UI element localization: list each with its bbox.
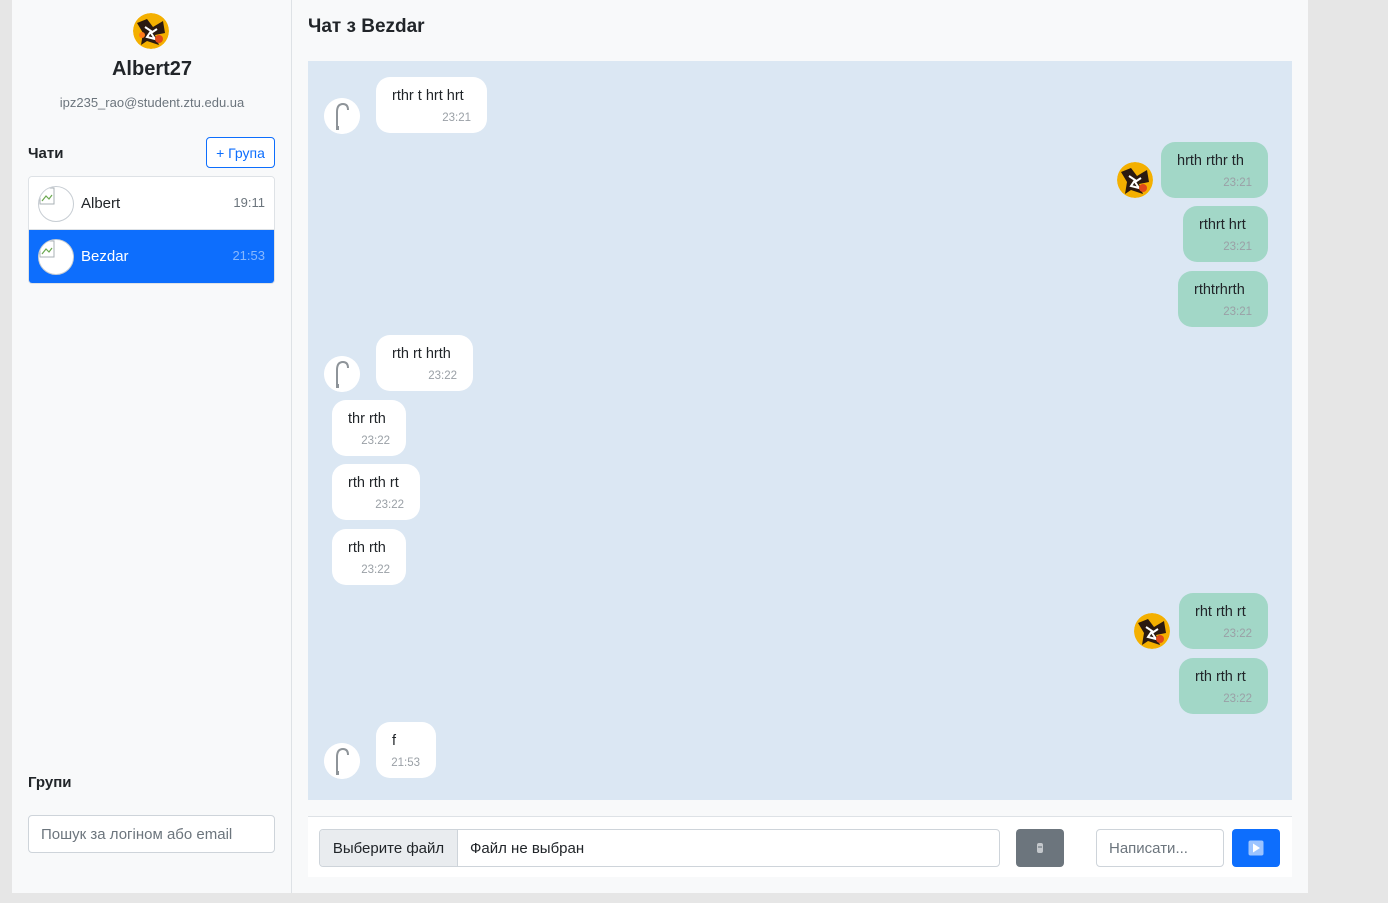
fiery-avatar-icon <box>133 13 169 49</box>
message-time: 23:21 <box>442 112 471 124</box>
message-time: 23:22 <box>375 499 404 511</box>
message-text: rthtrhrth <box>1194 282 1245 298</box>
chat-panel: Чат з Bezdar rthr t hrt hrt 23:21 hrth r… <box>292 0 1308 893</box>
message-time: 23:21 <box>1223 306 1252 318</box>
message-time: 23:22 <box>361 435 390 447</box>
message-bubble: rthtrhrth 23:21 <box>1178 271 1268 327</box>
message-bubble: f 21:53 <box>376 722 436 778</box>
chat-list: Albert 19:11 Bezdar 21:53 <box>28 176 275 284</box>
message-bubble: rth rth rt 23:22 <box>1179 658 1268 714</box>
broken-image-avatar-icon <box>38 186 74 222</box>
message-list[interactable]: rthr t hrt hrt 23:21 hrth rthr th 23:21 … <box>308 61 1292 800</box>
sidebar: Albert27 ipz235_rao@student.ztu.edu.ua Ч… <box>12 0 292 893</box>
faucet-avatar-icon <box>324 98 360 134</box>
message-text: rthrt hrt <box>1199 217 1246 233</box>
choose-file-button[interactable]: Выберите файл <box>320 830 458 866</box>
chat-name: Albert <box>81 195 121 212</box>
message-text: rthr t hrt hrt <box>392 88 464 104</box>
chat-title: Чат з Bezdar <box>308 16 425 37</box>
chat-time: 19:11 <box>233 195 265 210</box>
groups-heading: Групи <box>28 774 72 791</box>
message-bubble: rth rt hrth 23:22 <box>376 335 473 391</box>
emoji-button[interactable] <box>1016 829 1064 867</box>
message-time: 23:21 <box>1223 177 1252 189</box>
message-text: rth rth rt <box>1195 669 1246 685</box>
message-bubble: rthr t hrt hrt 23:21 <box>376 77 487 133</box>
profile-avatar[interactable] <box>133 13 169 49</box>
send-arrow-icon <box>1248 840 1264 856</box>
file-status: Файл не выбран <box>470 839 585 857</box>
profile-username: Albert27 <box>111 58 193 80</box>
message-bubble: hrth rthr th 23:21 <box>1161 142 1268 198</box>
message-time: 23:22 <box>1223 628 1252 640</box>
message-bubble: rth rth 23:22 <box>332 529 406 585</box>
chat-name: Bezdar <box>81 248 129 265</box>
message-composer: Выберите файл Файл не выбран <box>308 816 1292 877</box>
message-text: rth rth <box>348 540 386 556</box>
chat-item-albert[interactable]: Albert 19:11 <box>29 177 274 230</box>
message-bubble: rht rth rt 23:22 <box>1179 593 1268 649</box>
chat-item-bezdar[interactable]: Bezdar 21:53 <box>29 230 274 283</box>
emoji-icon <box>1037 843 1043 853</box>
message-time: 23:22 <box>361 564 390 576</box>
user-search-input[interactable] <box>28 815 275 853</box>
message-time: 23:22 <box>428 370 457 382</box>
message-text: rth rth rt <box>348 475 399 491</box>
broken-image-avatar-icon <box>38 239 74 275</box>
app-window: Albert27 ipz235_rao@student.ztu.edu.ua Ч… <box>12 0 1308 893</box>
faucet-avatar-icon <box>324 743 360 779</box>
message-text: hrth rthr th <box>1177 153 1244 169</box>
message-time: 23:21 <box>1223 241 1252 253</box>
chats-heading: Чати <box>28 145 64 162</box>
message-time: 21:53 <box>391 757 420 769</box>
message-text: rth rt hrth <box>392 346 451 362</box>
chat-time: 21:53 <box>232 248 265 263</box>
faucet-avatar-icon <box>324 356 360 392</box>
message-text: f <box>392 733 397 749</box>
message-text: thr rth <box>348 411 386 427</box>
file-input[interactable]: Выберите файл Файл не выбран <box>319 829 1000 867</box>
message-input[interactable] <box>1096 829 1224 867</box>
add-group-button[interactable]: + Група <box>206 137 275 168</box>
message-time: 23:22 <box>1223 693 1252 705</box>
message-text: rht rth rt <box>1195 604 1246 620</box>
fiery-avatar-icon <box>1117 162 1153 198</box>
message-bubble: rth rth rt 23:22 <box>332 464 420 520</box>
message-bubble: rthrt hrt 23:21 <box>1183 206 1268 262</box>
send-button[interactable] <box>1232 829 1280 867</box>
profile-email: ipz235_rao@student.ztu.edu.ua <box>59 95 245 110</box>
message-bubble: thr rth 23:22 <box>332 400 406 456</box>
fiery-avatar-icon <box>1134 613 1170 649</box>
